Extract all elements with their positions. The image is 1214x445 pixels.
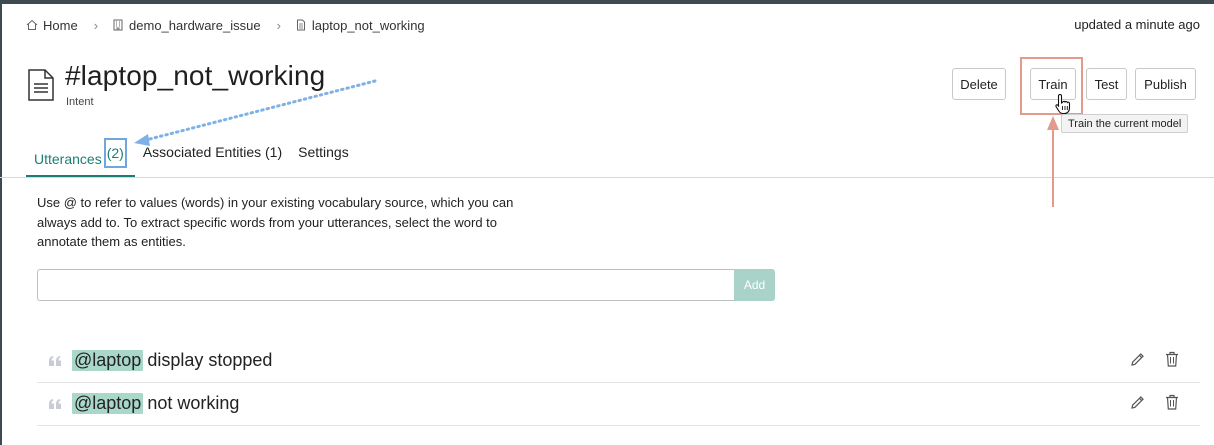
breadcrumb-intent-label: laptop_not_working: [311, 17, 425, 33]
trash-icon[interactable]: [1165, 394, 1179, 410]
publish-button[interactable]: Publish: [1135, 68, 1196, 100]
tab-associated-entities[interactable]: Associated Entities (1): [135, 140, 290, 178]
utterance-words: display stopped: [147, 350, 273, 370]
utterance-words: not working: [147, 393, 240, 413]
tabs-divider: [0, 177, 1214, 178]
chevron-right-icon: ›: [93, 17, 99, 33]
quote-icon: [49, 356, 61, 366]
breadcrumb: Home › demo_hardware_issue › laptop_not_…: [26, 17, 425, 33]
document-icon: [296, 19, 305, 31]
page-title: #laptop_not_working: [65, 60, 326, 91]
building-icon: [113, 19, 123, 31]
edit-icon[interactable]: [1130, 395, 1145, 410]
breadcrumb-home-label: Home: [43, 17, 78, 33]
intent-document-icon: [28, 69, 54, 101]
test-button[interactable]: Test: [1086, 68, 1127, 100]
delete-button[interactable]: Delete: [952, 68, 1006, 100]
add-utterance-button[interactable]: Add: [734, 269, 775, 301]
utterance-input[interactable]: [37, 269, 735, 301]
list-item: @laptop display stopped: [37, 340, 1200, 383]
utterance-text[interactable]: @laptop display stopped: [72, 350, 272, 371]
breadcrumb-intent[interactable]: laptop_not_working: [295, 18, 425, 33]
entity-tag[interactable]: @laptop: [72, 350, 144, 371]
red-arrowhead: [1047, 116, 1059, 130]
tab-utterances-count: (2): [103, 138, 127, 168]
quote-icon: [49, 399, 61, 409]
intent-tabs: Utterances (2) Associated Entities (1) Se…: [26, 138, 357, 178]
window-left-edge: [0, 0, 2, 445]
pointer-cursor-icon: [1055, 93, 1071, 115]
page-subtitle: Intent: [66, 96, 94, 108]
last-updated-text: updated a minute ago: [1074, 17, 1200, 32]
tab-utterances[interactable]: Utterances (2): [26, 138, 135, 178]
breadcrumb-workspace[interactable]: demo_hardware_issue: [112, 18, 261, 33]
window-top-edge: [0, 0, 1214, 4]
tab-utterances-label: Utterances: [34, 151, 102, 167]
breadcrumb-workspace-label: demo_hardware_issue: [129, 17, 261, 33]
utterance-text[interactable]: @laptop not working: [72, 393, 239, 414]
edit-icon[interactable]: [1130, 352, 1145, 367]
tab-settings[interactable]: Settings: [290, 140, 357, 178]
chevron-right-icon: ›: [276, 17, 281, 33]
home-icon: [26, 19, 38, 30]
train-tooltip: Train the current model: [1061, 114, 1189, 133]
utterance-help-text: Use @ to refer to values (words) in your…: [37, 195, 514, 249]
trash-icon[interactable]: [1165, 351, 1179, 367]
list-item: @laptop not working: [37, 383, 1200, 426]
breadcrumb-home[interactable]: Home: [26, 18, 78, 33]
entity-tag[interactable]: @laptop: [72, 393, 144, 414]
